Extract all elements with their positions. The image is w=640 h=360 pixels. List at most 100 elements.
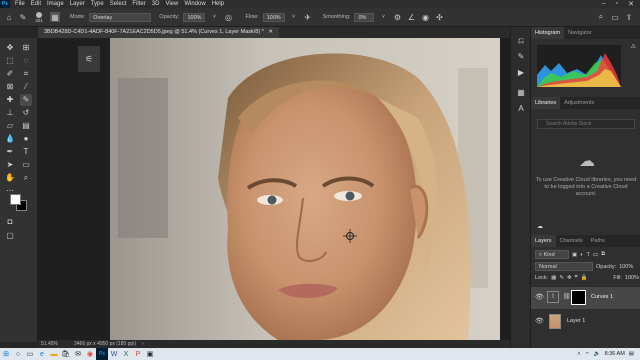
menu-select[interactable]: Select [107,0,130,8]
history-brush-tool-icon[interactable]: ↺ [20,107,32,119]
crop-tool-icon[interactable]: ⌗ [20,68,32,80]
brush-tool-icon[interactable]: ✎ [18,12,28,22]
close-tab-icon[interactable]: ✕ [268,29,273,35]
swatches-panel-icon[interactable]: ▦ [515,87,527,99]
photoshop-icon[interactable]: Ps [96,348,108,360]
healing-brush-tool-icon[interactable]: ✚ [4,94,16,106]
share-icon[interactable]: ⇪ [624,12,634,22]
pressure-size-icon[interactable]: ◉ [420,12,430,22]
canvas-image[interactable] [38,38,510,340]
brush-tool-active-icon[interactable]: ✎ [20,94,32,106]
notifications-icon[interactable]: ▤ [629,351,634,357]
excel-icon[interactable]: X [120,348,132,360]
filter-pixel-icon[interactable]: ▣ [572,252,577,258]
windows-start-icon[interactable]: ⊞ [0,348,12,360]
flow-field[interactable]: 100% [262,12,285,22]
smoothing-field[interactable]: 0% [354,12,375,22]
lock-artboard-icon[interactable]: ⌗ [575,274,578,281]
search-icon[interactable]: ○ [12,348,24,360]
menu-help[interactable]: Help [209,0,227,8]
screen-mode-icon[interactable]: ▢ [4,230,16,242]
visibility-eye-icon[interactable]: 👁 [535,317,544,325]
gradient-tool-icon[interactable]: ▤ [20,120,32,132]
filter-adjustment-icon[interactable]: ◐ [580,252,583,258]
menu-edit[interactable]: Edit [28,0,44,8]
photos-icon[interactable]: ▣ [144,348,156,360]
properties-panel-collapsed[interactable]: ⚟ [78,46,100,72]
photoshop-logo-icon[interactable]: Ps [0,0,10,8]
lock-move-icon[interactable]: ✥ [567,275,572,281]
status-menu-icon[interactable]: › [142,340,144,348]
folder-icon[interactable]: ▬ [48,348,60,360]
eraser-tool-icon[interactable]: ▱ [4,120,16,132]
menu-type[interactable]: Type [88,0,107,8]
histogram-warning-icon[interactable]: ⚠ [631,43,636,50]
flow-dropdown-icon[interactable]: ˅ [289,12,299,22]
mask-link-icon[interactable]: ⛓ [563,293,571,300]
opacity-field[interactable]: 100% [183,12,206,22]
artboard-tool-icon[interactable]: ⊞ [20,42,32,54]
layer-row[interactable]: 👁 Layer 1 [531,311,640,333]
filter-type-icon[interactable]: T [587,252,590,258]
tab-histogram[interactable]: Histogram [531,27,565,39]
tab-adjustments[interactable]: Adjustments [560,97,598,109]
menu-3d[interactable]: 3D [149,0,163,8]
gear-icon[interactable]: ⚙ [392,12,402,22]
move-tool-icon[interactable]: ✥ [4,42,16,54]
maximize-icon[interactable]: ▫ [616,0,618,8]
layer-thumbnail[interactable] [549,314,561,329]
menu-filter[interactable]: Filter [129,0,148,8]
lock-pixels-icon[interactable]: ▦ [551,275,556,281]
blend-mode-select[interactable]: Normal [535,262,593,271]
lock-paint-icon[interactable]: ✎ [559,275,564,281]
menu-image[interactable]: Image [44,0,67,8]
mail-icon[interactable]: ✉ [72,348,84,360]
store-icon[interactable]: 🛍 [60,348,72,360]
library-search[interactable]: Search Adobe Stock [537,119,635,129]
lock-all-icon[interactable]: 🔒 [581,275,588,281]
opacity-dropdown-icon[interactable]: ˅ [209,12,219,22]
network-icon[interactable]: ⌔ [585,351,590,358]
pressure-opacity-icon[interactable]: ◎ [223,12,233,22]
document-tab[interactable]: 3BDB428D-C4D1-4ADF-840F-7A21EAC2D5D5.jpe… [38,27,280,38]
character-panel-icon[interactable]: A [515,103,527,115]
brush-settings-icon[interactable]: ✎ [515,51,527,63]
properties-icon[interactable]: ⚟ [78,46,100,72]
menu-file[interactable]: File [12,0,28,8]
tab-paths[interactable]: Paths [587,235,609,247]
close-icon[interactable]: ✕ [628,0,634,8]
path-select-tool-icon[interactable]: ➤ [4,159,16,171]
edge-icon[interactable]: e [36,348,48,360]
symmetry-icon[interactable]: ✣ [434,12,444,22]
zoom-level[interactable]: 51.45% [41,340,58,348]
filter-shape-icon[interactable]: ▭ [593,252,598,258]
airbrush-icon[interactable]: ✈ [303,12,313,22]
tab-libraries[interactable]: Libraries [531,97,561,109]
cloud-sync-icon[interactable]: ☁ [537,223,543,230]
fill-value[interactable]: 100% [625,275,639,281]
tab-layers[interactable]: Layers [531,235,556,247]
lasso-tool-icon[interactable]: ◌ [20,55,32,67]
layer-name[interactable]: Layer 1 [567,318,585,324]
layer-row[interactable]: 👁 ⌇ ⛓ Curves 1 [531,287,640,309]
word-icon[interactable]: W [108,348,120,360]
mode-select[interactable]: Overlay [89,12,152,22]
smoothing-dropdown-icon[interactable]: ˅ [378,12,388,22]
canvas-area[interactable] [38,38,510,340]
chrome-icon[interactable]: ◉ [84,348,96,360]
filter-kind-select[interactable]: ⌕ Kind [535,250,569,259]
tray-chevron-icon[interactable]: ˄ [577,351,580,357]
zoom-tool-icon[interactable]: ⌕ [20,172,32,184]
layer-name[interactable]: Curves 1 [591,294,613,300]
powerpoint-icon[interactable]: P [132,348,144,360]
volume-icon[interactable]: 🔈 [594,351,601,357]
hand-tool-icon[interactable]: ✋ [4,172,16,184]
layer-mask-thumbnail[interactable] [571,290,586,305]
dodge-tool-icon[interactable]: ● [20,133,32,145]
menu-window[interactable]: Window [181,0,208,8]
tab-channels[interactable]: Channels [556,235,587,247]
menu-layer[interactable]: Layer [67,0,88,8]
minimize-icon[interactable]: – [602,0,606,8]
brush-angle-icon[interactable]: ∠ [406,12,416,22]
quick-mask-icon[interactable]: ◘ [4,216,16,228]
